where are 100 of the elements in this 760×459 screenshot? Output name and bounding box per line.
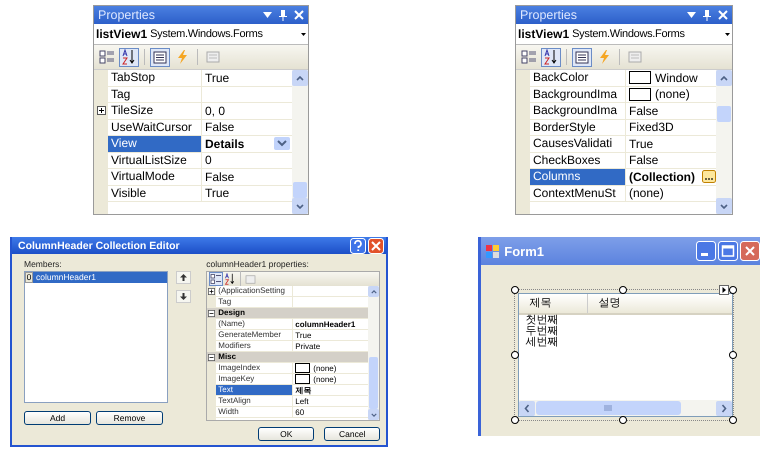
property-name[interactable]: VirtualListSize — [108, 152, 202, 168]
resize-handle[interactable] — [729, 416, 738, 424]
list-view[interactable]: 제목 설명 첫번째 두번째 세번째 — [518, 293, 734, 417]
resize-handle[interactable] — [511, 351, 520, 359]
move-down-button[interactable] — [176, 290, 191, 303]
property-value[interactable]: Private — [295, 342, 320, 350]
property-value[interactable]: (Collection) — [629, 170, 695, 184]
scroll-thumb[interactable] — [293, 182, 307, 198]
help-button[interactable] — [350, 238, 366, 254]
collapse-icon[interactable] — [208, 310, 216, 316]
property-value[interactable]: True — [295, 330, 312, 340]
property-value[interactable]: (none) — [629, 186, 664, 200]
dropdown-arrow-icon[interactable] — [301, 32, 306, 36]
property-value[interactable]: (none) — [313, 374, 336, 384]
property-value[interactable]: 60 — [295, 408, 304, 416]
add-button[interactable]: Add — [24, 411, 91, 425]
property-name[interactable]: TileSize — [108, 103, 202, 118]
property-value[interactable]: True — [629, 136, 654, 151]
property-name[interactable]: BackgroundIma — [530, 86, 626, 102]
move-up-button[interactable] — [176, 271, 191, 284]
list-item[interactable]: 첫번째 — [525, 315, 558, 326]
expand-icon[interactable] — [96, 106, 106, 116]
resize-handle[interactable] — [511, 286, 520, 294]
list-item[interactable]: 세번째 — [525, 337, 558, 348]
scrollbar[interactable] — [292, 70, 308, 214]
object-selector[interactable]: listView1 System.Windows.Forms — [516, 24, 732, 45]
category-header[interactable]: Misc — [216, 352, 236, 362]
property-name[interactable]: GenerateMember — [216, 330, 294, 340]
property-name[interactable]: ImageKey — [216, 374, 294, 384]
properties-button[interactable] — [150, 48, 170, 66]
property-value[interactable]: Fixed3D — [629, 120, 674, 134]
right-arrow-button[interactable] — [716, 400, 732, 416]
property-value[interactable]: False — [205, 120, 234, 134]
property-name[interactable]: Visible — [108, 186, 202, 201]
resize-handle[interactable] — [729, 286, 738, 294]
property-name[interactable]: (Name) — [216, 319, 294, 329]
dropdown-button[interactable] — [274, 137, 290, 150]
properties-button[interactable] — [572, 48, 592, 66]
close-icon[interactable] — [294, 10, 304, 20]
collapse-icon[interactable] — [208, 354, 216, 360]
close-icon[interactable] — [718, 10, 728, 20]
property-name[interactable]: (ApplicationSetting — [216, 286, 294, 296]
property-name[interactable]: ImageIndex — [216, 363, 294, 373]
cancel-button[interactable]: Cancel — [324, 427, 380, 441]
property-name[interactable]: Text — [216, 385, 294, 395]
property-value[interactable]: (none) — [655, 87, 690, 102]
categorized-button[interactable] — [519, 48, 539, 66]
categorized-button[interactable] — [209, 272, 224, 286]
property-name[interactable]: Tag — [108, 86, 202, 102]
property-value[interactable]: 0, 0 — [205, 104, 226, 118]
resize-handle[interactable] — [619, 416, 628, 424]
categorized-button[interactable] — [97, 48, 117, 66]
minimize-button[interactable] — [696, 241, 716, 261]
property-value[interactable]: False — [629, 153, 658, 168]
property-value[interactable]: 0 — [205, 153, 212, 168]
ok-button[interactable]: OK — [258, 427, 314, 441]
property-value[interactable]: Left — [295, 396, 309, 406]
maximize-button[interactable] — [718, 241, 738, 261]
property-name[interactable]: VirtualMode — [108, 169, 202, 184]
property-value[interactable]: True — [205, 70, 230, 85]
property-name[interactable]: Tag — [216, 297, 294, 307]
close-button[interactable] — [368, 238, 384, 254]
ellipsis-button[interactable] — [702, 170, 716, 184]
object-selector[interactable]: listView1 System.Windows.Forms — [94, 24, 308, 45]
list-item[interactable]: 두번째 — [525, 326, 558, 337]
property-name[interactable]: CheckBoxes — [530, 152, 626, 168]
property-value[interactable]: False — [205, 170, 234, 184]
member-item[interactable]: columnHeader1 — [33, 272, 167, 283]
property-name[interactable]: Columns — [530, 169, 626, 184]
property-value[interactable]: Details — [205, 136, 244, 151]
property-name[interactable]: BorderStyle — [530, 120, 626, 135]
property-name[interactable]: BackgroundIma — [530, 103, 626, 118]
scrollbar[interactable] — [716, 70, 732, 214]
left-arrow-button[interactable] — [519, 400, 536, 416]
property-value[interactable]: 제목 — [295, 384, 312, 396]
smart-tag-button[interactable] — [719, 285, 730, 295]
property-name[interactable]: BackColor — [530, 70, 626, 86]
remove-button[interactable]: Remove — [96, 411, 163, 425]
property-value[interactable]: (none) — [313, 364, 336, 372]
column-header[interactable]: 설명 — [588, 294, 656, 313]
resize-handle[interactable] — [729, 351, 738, 359]
scroll-thumb[interactable] — [717, 106, 731, 122]
resize-handle[interactable] — [619, 286, 628, 294]
resize-handle[interactable] — [511, 416, 520, 424]
close-button[interactable] — [740, 241, 760, 261]
property-name[interactable]: TextAlign — [216, 396, 294, 406]
property-name[interactable]: Modifiers — [216, 341, 294, 351]
scrollbar[interactable] — [519, 400, 732, 416]
property-name[interactable]: UseWaitCursor — [108, 120, 202, 135]
sort-button[interactable] — [224, 273, 236, 285]
property-value[interactable]: True — [205, 186, 230, 200]
property-name[interactable]: Width — [216, 407, 294, 417]
alphabetical-button[interactable] — [119, 48, 139, 66]
scrollbar[interactable] — [368, 286, 380, 420]
category-header[interactable]: Design — [216, 308, 245, 318]
scroll-thumb[interactable] — [536, 401, 682, 415]
property-name[interactable]: TabStop — [108, 70, 202, 86]
property-name[interactable]: CausesValidati — [530, 136, 626, 152]
property-name[interactable]: View — [108, 136, 202, 152]
alphabetical-button[interactable] — [541, 48, 561, 66]
